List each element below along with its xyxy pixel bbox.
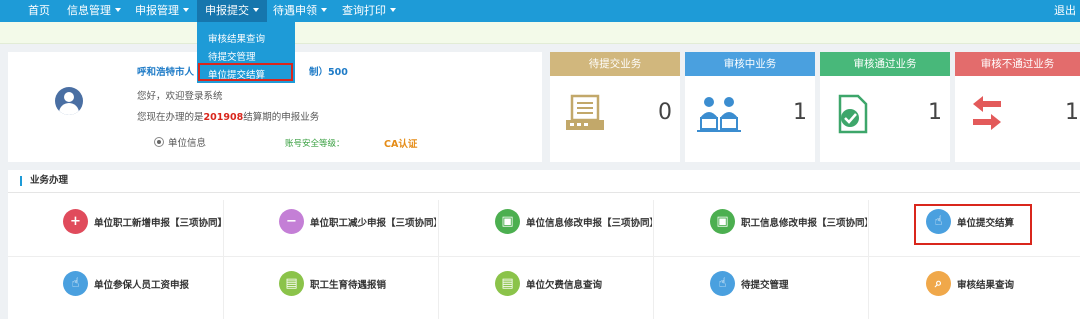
- stat-label: 审核不通过业务: [955, 52, 1080, 76]
- printer-icon: [564, 94, 608, 137]
- stat-card-rejected[interactable]: 审核不通过业务 1: [955, 52, 1080, 162]
- hand-pointer-icon: ☝: [710, 271, 735, 296]
- chevron-down-icon: [321, 8, 327, 12]
- biz-item-label: 单位职工新增申报【三项协同】: [94, 218, 222, 229]
- hand-pointer-icon: ☝: [63, 271, 88, 296]
- menu-item-audit-result[interactable]: 审核结果查询: [208, 31, 265, 45]
- unit-info-label: 单位信息: [168, 138, 207, 149]
- stat-value: 1: [1065, 100, 1079, 125]
- nav-info-manage[interactable]: 信息管理: [67, 0, 121, 22]
- security-level-label: 账号安全等级：: [285, 139, 345, 149]
- divider: [868, 200, 869, 319]
- stat-label: 待提交业务: [550, 52, 680, 76]
- chevron-down-icon: [115, 8, 121, 12]
- biz-item-remove-employee[interactable]: − 单位职工减少申报【三项协同】: [279, 194, 437, 251]
- nav-query-print[interactable]: 查询打印: [342, 0, 396, 22]
- menu-item-pending-manage[interactable]: 待提交管理: [208, 49, 256, 63]
- ca-auth-link[interactable]: CA认证: [384, 136, 417, 150]
- period-prefix: 您现在办理的是: [137, 112, 204, 123]
- stat-card-reviewing[interactable]: 审核中业务 1: [685, 52, 815, 162]
- rejected-arrows-icon: [969, 94, 1005, 135]
- add-user-icon: +: [63, 209, 88, 234]
- stat-label: 审核中业务: [685, 52, 815, 76]
- biz-item-wage-declare[interactable]: ☝ 单位参保人员工资申报: [63, 256, 223, 313]
- stat-card-approved[interactable]: 审核通过业务 1: [820, 52, 950, 162]
- biz-item-label: 职工信息修改申报【三项协同】: [741, 218, 867, 229]
- highlight-box: [198, 63, 293, 81]
- biz-item-add-employee[interactable]: + 单位职工新增申报【三项协同】: [63, 194, 223, 251]
- logout-link[interactable]: 退出: [1054, 0, 1076, 22]
- divider: [223, 200, 224, 319]
- approved-document-icon: [836, 94, 870, 137]
- nav-info-manage-label: 信息管理: [67, 4, 111, 17]
- radio-icon: [154, 137, 164, 147]
- biz-item-maternity-reimburse[interactable]: ▤ 职工生育待遇报销: [279, 256, 437, 313]
- nav-query-print-label: 查询打印: [342, 4, 386, 17]
- people-icon: [697, 94, 743, 137]
- document-icon: ▤: [495, 271, 520, 296]
- search-icon: ⌕: [926, 271, 951, 296]
- biz-item-pending-manage[interactable]: ☝ 待提交管理: [710, 256, 868, 313]
- biz-item-label: 单位信息修改申报【三项协同】: [526, 218, 652, 229]
- id-card-icon: ▣: [495, 209, 520, 234]
- stat-value: 1: [928, 100, 942, 125]
- biz-item-arrears-query[interactable]: ▤ 单位欠费信息查询: [495, 256, 653, 313]
- biz-item-label: 单位欠费信息查询: [526, 280, 603, 291]
- stat-value: 0: [658, 100, 672, 125]
- stat-card-pending[interactable]: 待提交业务 0: [550, 52, 680, 162]
- nav-home[interactable]: 首页: [28, 0, 50, 22]
- section-title: 业务办理: [20, 176, 68, 186]
- nav-declare-submit-label: 申报提交: [205, 4, 249, 17]
- biz-item-label: 职工生育待遇报销: [310, 280, 387, 291]
- divider: [653, 200, 654, 319]
- greeting-text: 您好，欢迎登录系统: [137, 91, 223, 102]
- notice-bar: [0, 22, 1080, 44]
- divider: [8, 192, 1080, 193]
- biz-item-label: 待提交管理: [741, 280, 789, 291]
- business-panel: 业务办理 + 单位职工新增申报【三项协同】 − 单位职工减少申报【三项协同】 ▣…: [8, 170, 1080, 319]
- org-name: 呼和浩特市人: [137, 67, 195, 78]
- biz-item-label: 单位参保人员工资申报: [94, 280, 190, 291]
- chevron-down-icon: [183, 8, 189, 12]
- nav-declare-manage-label: 申报管理: [135, 4, 179, 17]
- nav-home-label: 首页: [28, 4, 50, 17]
- biz-item-unit-info-modify[interactable]: ▣ 单位信息修改申报【三项协同】: [495, 194, 653, 251]
- biz-item-label: 单位职工减少申报【三项协同】: [310, 218, 436, 229]
- chevron-down-icon: [390, 8, 396, 12]
- biz-item-employee-info-modify[interactable]: ▣ 职工信息修改申报【三项协同】: [710, 194, 868, 251]
- period-text: 您现在办理的是201908结算期的申报业务: [137, 109, 319, 123]
- top-nav: 首页 信息管理 申报管理 申报提交 待遇申领 查询打印 退出: [0, 0, 1080, 22]
- highlight-box: [914, 204, 1032, 245]
- document-icon: ▤: [279, 271, 304, 296]
- divider: [438, 200, 439, 319]
- biz-item-audit-result[interactable]: ⌕ 审核结果查询: [926, 256, 1046, 313]
- org-name-suffix: 制）500: [309, 67, 348, 78]
- chevron-down-icon: [253, 8, 259, 12]
- period-value: 201908: [203, 112, 244, 123]
- unit-info-link[interactable]: 单位信息: [154, 135, 206, 149]
- nav-declare-manage[interactable]: 申报管理: [135, 0, 189, 22]
- id-card-icon: ▣: [710, 209, 735, 234]
- nav-benefit-claim-label: 待遇申领: [273, 4, 317, 17]
- avatar: [55, 87, 83, 115]
- logout-label: 退出: [1054, 4, 1076, 17]
- nav-declare-submit[interactable]: 申报提交: [197, 0, 267, 22]
- stat-label: 审核通过业务: [820, 52, 950, 76]
- period-suffix: 结算期的申报业务: [243, 112, 320, 123]
- remove-user-icon: −: [279, 209, 304, 234]
- stat-value: 1: [793, 100, 807, 125]
- nav-benefit-claim[interactable]: 待遇申领: [273, 0, 327, 22]
- biz-item-label: 审核结果查询: [957, 280, 1015, 291]
